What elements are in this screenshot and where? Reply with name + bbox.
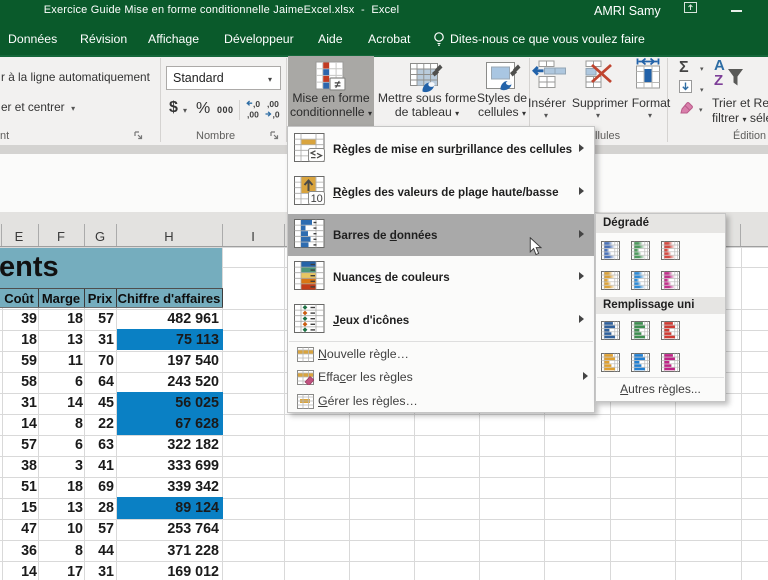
svg-text:10: 10	[311, 193, 323, 205]
svg-text:,00: ,00	[247, 110, 259, 120]
svg-text:,0: ,0	[253, 99, 260, 109]
svg-text:,0: ,0	[273, 110, 280, 120]
svg-text:≠: ≠	[334, 79, 340, 91]
svg-text:,00: ,00	[267, 99, 279, 109]
